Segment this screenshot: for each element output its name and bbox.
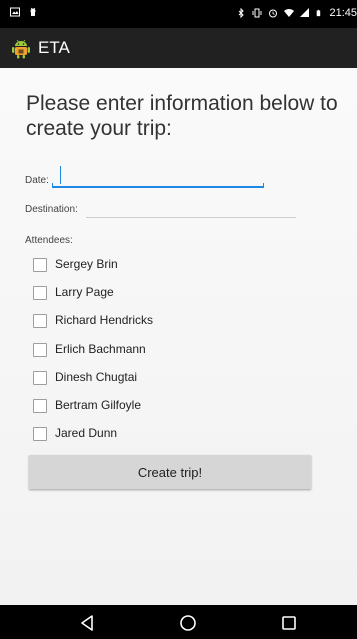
attendee-checkbox-row[interactable]: Erlich Bachmann bbox=[33, 335, 323, 363]
checkbox[interactable] bbox=[33, 258, 47, 273]
attendee-checkbox-row[interactable]: Dinesh Chugtai bbox=[33, 363, 323, 391]
attendees-list: Sergey Brin Larry Page Richard Hendricks… bbox=[33, 250, 323, 447]
attendee-checkbox-row[interactable]: Richard Hendricks bbox=[33, 306, 323, 334]
status-left-icons bbox=[10, 7, 38, 17]
back-icon[interactable] bbox=[78, 613, 98, 633]
date-input[interactable] bbox=[52, 166, 264, 188]
form-heading: Please enter information below to create… bbox=[26, 92, 338, 140]
android-logo-icon bbox=[12, 39, 30, 59]
android-debug-icon bbox=[30, 7, 36, 16]
attendee-name: Larry Page bbox=[55, 285, 114, 300]
date-input-underline bbox=[52, 183, 264, 188]
attendees-label: Attendees: bbox=[25, 235, 73, 246]
attendee-name: Jared Dunn bbox=[55, 426, 118, 441]
status-bar: 21:45 bbox=[0, 0, 357, 28]
attendee-checkbox-row[interactable]: Sergey Brin bbox=[33, 250, 323, 278]
status-right-icons: 21:45 bbox=[236, 7, 357, 19]
home-icon[interactable] bbox=[178, 613, 198, 633]
recents-icon[interactable] bbox=[279, 613, 299, 633]
attendee-name: Dinesh Chugtai bbox=[55, 369, 138, 384]
date-label: Date: bbox=[25, 175, 49, 186]
image-icon bbox=[10, 7, 20, 17]
battery-icon bbox=[317, 9, 321, 17]
attendee-checkbox-row[interactable]: Larry Page bbox=[33, 278, 323, 306]
attendee-name: Bertram Gilfoyle bbox=[55, 398, 142, 413]
app-bar: ETA bbox=[0, 28, 357, 68]
attendee-checkbox-row[interactable]: Jared Dunn bbox=[33, 419, 323, 447]
bluetooth-icon bbox=[239, 8, 245, 18]
checkbox[interactable] bbox=[33, 427, 47, 442]
text-cursor bbox=[60, 166, 61, 184]
destination-input[interactable] bbox=[86, 203, 296, 218]
destination-label: Destination: bbox=[25, 204, 78, 215]
checkbox[interactable] bbox=[33, 399, 47, 414]
wifi-icon bbox=[284, 9, 295, 17]
attendee-name: Sergey Brin bbox=[55, 257, 118, 272]
attendee-name: Erlich Bachmann bbox=[55, 341, 146, 356]
trip-form: Please enter information below to create… bbox=[0, 68, 357, 605]
alarm-icon bbox=[269, 9, 278, 18]
vibrate-icon bbox=[252, 8, 262, 18]
system-nav-bar bbox=[0, 605, 357, 639]
checkbox[interactable] bbox=[33, 314, 47, 329]
checkbox[interactable] bbox=[33, 370, 47, 385]
app-title: ETA bbox=[38, 38, 70, 57]
create-trip-button[interactable]: Create trip! bbox=[29, 455, 311, 489]
signal-icon bbox=[300, 8, 310, 17]
checkbox[interactable] bbox=[33, 342, 47, 357]
attendee-name: Richard Hendricks bbox=[55, 313, 154, 328]
status-time: 21:45 bbox=[329, 7, 357, 19]
attendee-checkbox-row[interactable]: Bertram Gilfoyle bbox=[33, 391, 323, 419]
checkbox[interactable] bbox=[33, 286, 47, 301]
app-screen: 21:45 ETA Please enter information below… bbox=[0, 0, 357, 639]
